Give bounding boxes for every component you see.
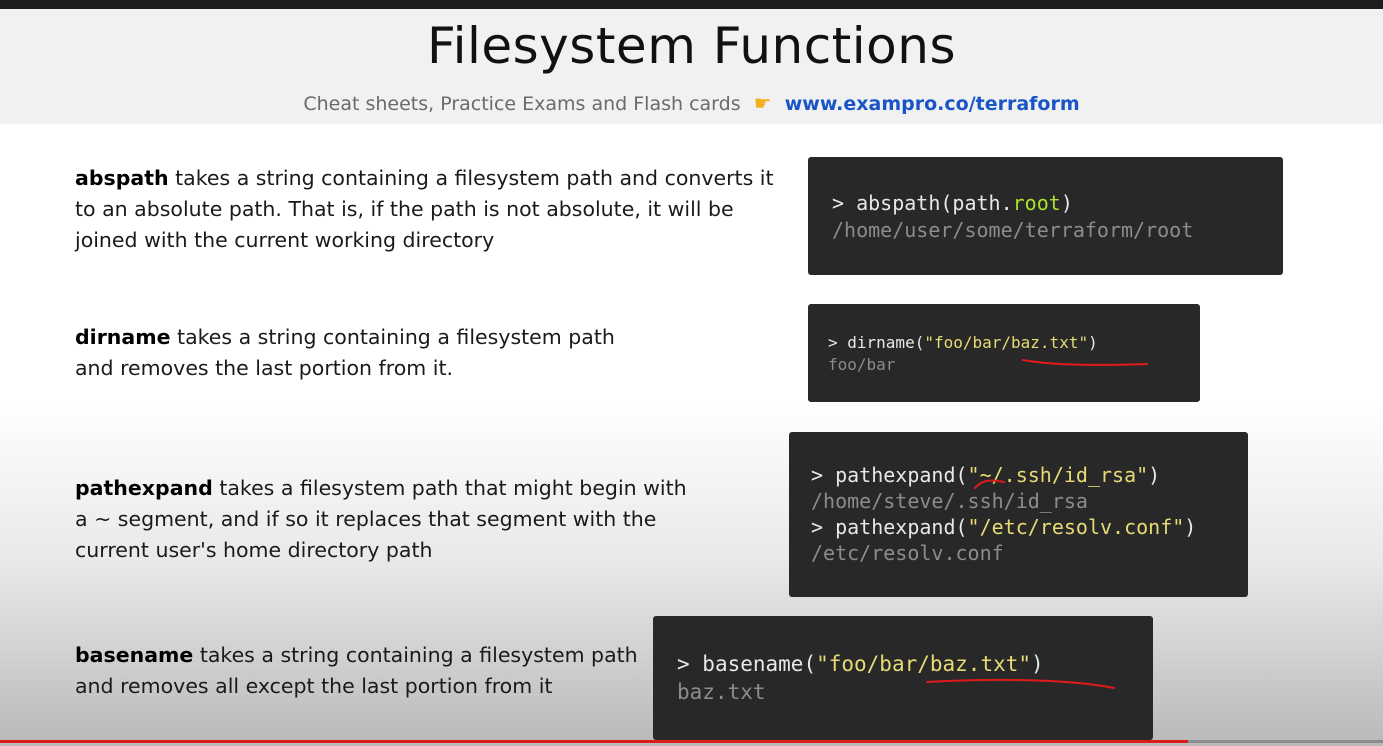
abspath-desc-text: takes a string containing a filesystem p… — [75, 166, 774, 252]
code-argument: root — [1012, 191, 1061, 215]
code-argument: "/etc/resolv.conf" — [967, 515, 1185, 539]
subtitle: Cheat sheets, Practice Exams and Flash c… — [0, 91, 1383, 115]
code-argument: "foo/bar/baz.txt" — [924, 333, 1089, 352]
pathexpand-description: pathexpand takes a filesystem path that … — [75, 473, 700, 566]
video-progress-remaining[interactable] — [1188, 740, 1383, 743]
subtitle-text: Cheat sheets, Practice Exams and Flash c… — [303, 93, 741, 115]
dirname-description: dirname takes a string containing a file… — [75, 322, 635, 384]
basename-code-line: > basename("foo/bar/baz.txt") — [677, 650, 1044, 678]
pathexpand-code-line-1: > pathexpand("~/.ssh/id_rsa") — [811, 462, 1196, 488]
dirname-code-output: foo/bar — [828, 355, 896, 374]
code-close: ) — [1148, 463, 1161, 487]
code-function: pathexpand( — [835, 463, 968, 487]
slide-header: Filesystem Functions Cheat sheets, Pract… — [0, 9, 1383, 124]
dirname-name: dirname — [75, 325, 171, 349]
code-function: abspath(path. — [856, 191, 1013, 215]
pathexpand-code-block: > pathexpand("~/.ssh/id_rsa") /home/stev… — [789, 432, 1248, 597]
abspath-code-block: > abspath(path.root) /home/user/some/ter… — [808, 157, 1283, 275]
exampro-link[interactable]: www.exampro.co/terraform — [785, 93, 1080, 115]
abspath-code-line: > abspath(path.root) — [832, 190, 1193, 217]
pathexpand-code-output-2: /etc/resolv.conf — [811, 541, 1004, 565]
prompt: > — [811, 463, 836, 487]
code-close: ) — [1060, 191, 1073, 215]
prompt: > — [677, 652, 703, 676]
code-function: dirname( — [847, 333, 925, 352]
code-close: ) — [1031, 652, 1044, 676]
pathexpand-name: pathexpand — [75, 476, 213, 500]
video-progress-played[interactable] — [0, 740, 1188, 743]
pathexpand-code-output-1: /home/steve/.ssh/id_rsa — [811, 489, 1088, 513]
prompt: > — [811, 515, 836, 539]
dirname-code-line: > dirname("foo/bar/baz.txt") — [828, 332, 1098, 354]
code-close: ) — [1088, 333, 1098, 352]
page-title: Filesystem Functions — [426, 17, 957, 75]
code-function: basename( — [702, 652, 817, 676]
abspath-code-output: /home/user/some/terraform/root — [832, 218, 1194, 242]
pathexpand-code-line-2: > pathexpand("/etc/resolv.conf") — [811, 514, 1196, 540]
dirname-code-block: > dirname("foo/bar/baz.txt") foo/bar — [808, 304, 1200, 402]
basename-code-output: baz.txt — [677, 680, 766, 704]
code-function: pathexpand( — [835, 515, 968, 539]
basename-code-block: > basename("foo/bar/baz.txt") baz.txt — [653, 616, 1153, 740]
code-close: ) — [1184, 515, 1197, 539]
code-argument: "foo/bar/baz.txt" — [816, 652, 1032, 676]
code-argument: "~/.ssh/id_rsa" — [967, 463, 1149, 487]
abspath-name: abspath — [75, 166, 169, 190]
pointing-hand-icon: ☛ — [753, 91, 772, 115]
prompt: > — [832, 191, 857, 215]
basename-name: basename — [75, 643, 194, 667]
abspath-description: abspath takes a string containing a file… — [75, 163, 785, 256]
video-top-bar — [0, 0, 1383, 9]
basename-description: basename takes a string containing a fil… — [75, 640, 645, 702]
prompt: > — [828, 333, 848, 352]
